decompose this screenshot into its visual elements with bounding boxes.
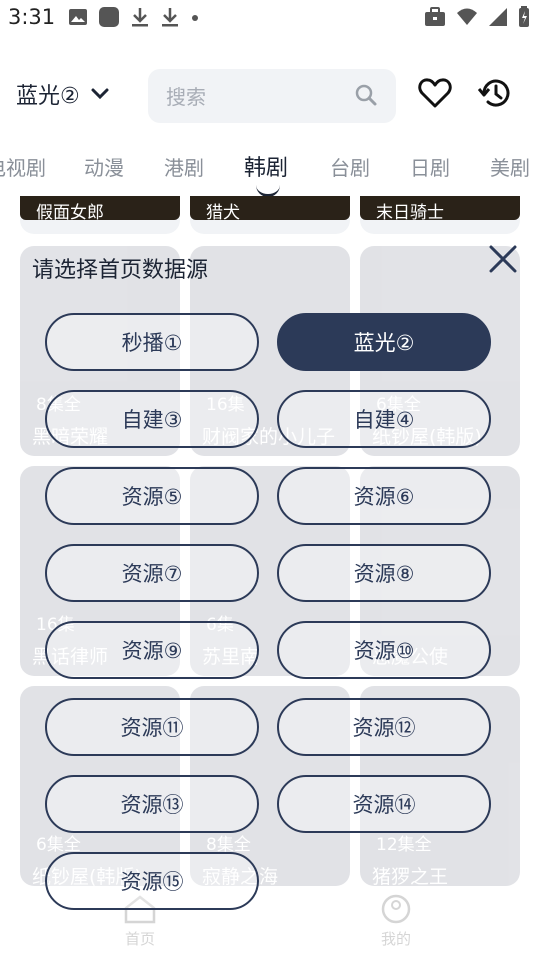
source-option[interactable]: 自建④ (277, 390, 491, 448)
source-selector[interactable]: 蓝光② (16, 78, 110, 110)
source-option[interactable]: 资源⑩ (277, 621, 491, 679)
wifi-icon (457, 8, 477, 25)
active-tab-indicator (256, 182, 280, 197)
search-box[interactable] (148, 69, 396, 125)
source-option[interactable]: 资源⑧ (277, 544, 491, 602)
source-option[interactable]: 资源⑤ (45, 467, 259, 525)
history-icon[interactable] (478, 76, 512, 110)
source-option[interactable]: 资源⑥ (277, 467, 491, 525)
tab-us[interactable]: 美剧 (490, 152, 530, 181)
source-option[interactable]: 自建③ (45, 390, 259, 448)
source-option[interactable]: 资源⑦ (45, 544, 259, 602)
source-option[interactable]: 资源⑭ (277, 775, 491, 833)
source-option[interactable]: 资源⑫ (277, 698, 491, 756)
tab-hk[interactable]: 港剧 (164, 152, 204, 181)
tab-japan[interactable]: 日剧 (410, 152, 450, 181)
gallery-icon (69, 9, 87, 25)
status-bar: 3:31 (0, 0, 540, 36)
tab-korean[interactable]: 韩剧 (244, 150, 288, 182)
search-input[interactable] (164, 69, 348, 125)
search-icon[interactable] (354, 83, 378, 107)
dot-icon (192, 15, 198, 21)
signal-icon (489, 8, 507, 26)
tab-taiwan[interactable]: 台剧 (330, 152, 370, 181)
source-option[interactable]: 秒播① (45, 313, 259, 371)
app-square-icon (99, 7, 119, 27)
briefcase-icon (425, 7, 445, 26)
chevron-down-icon (91, 88, 109, 100)
status-time: 3:31 (8, 5, 56, 29)
close-icon[interactable] (486, 242, 520, 276)
app-header: 蓝光② (0, 66, 540, 126)
source-option-selected[interactable]: 蓝光② (277, 313, 491, 371)
source-option[interactable]: 资源⑮ (45, 852, 259, 910)
source-option[interactable]: 资源⑨ (45, 621, 259, 679)
source-option[interactable]: 资源⑬ (45, 775, 259, 833)
data-source-dialog: 请选择首页数据源 秒播① 蓝光② 自建③ 自建④ 资源⑤ 资源⑥ 资源⑦ 资源⑧… (0, 240, 540, 940)
battery-icon (519, 6, 529, 27)
tab-anime[interactable]: 动漫 (84, 152, 124, 181)
tab-tv[interactable]: 电视剧 (0, 152, 46, 181)
download-icon (162, 8, 178, 27)
dialog-title: 请选择首页数据源 (32, 258, 209, 283)
favorite-heart-icon[interactable] (418, 76, 452, 110)
download-icon (132, 8, 148, 27)
source-label: 蓝光② (16, 84, 80, 109)
source-option[interactable]: 资源⑪ (45, 698, 259, 756)
